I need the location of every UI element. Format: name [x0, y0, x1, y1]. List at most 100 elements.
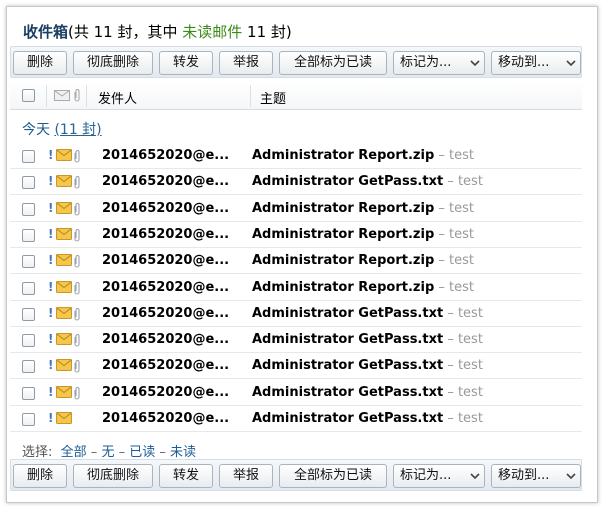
- email-subject-text: Administrator Report.zip: [252, 226, 435, 242]
- email-row[interactable]: ! 2014652020@e... Administrator GetPass.tx…: [10, 301, 582, 327]
- priority-icon: !: [48, 148, 54, 162]
- email-preview: – test: [443, 332, 483, 348]
- envelope-icon: [56, 175, 72, 188]
- email-preview: – test: [434, 148, 474, 163]
- mark-as-select[interactable]: 标记为...: [393, 464, 485, 488]
- priority-icon: !: [48, 305, 54, 320]
- separator: –: [114, 445, 130, 460]
- email-sender: 2014652020@e...: [102, 384, 230, 400]
- email-row[interactable]: ! 2014652020@e... Administrator GetPass.tx…: [10, 380, 582, 406]
- email-row[interactable]: ! 2014652020@e... Administrator Report.zip…: [10, 275, 582, 301]
- email-preview: – test: [443, 411, 483, 426]
- column-sender[interactable]: 发件人: [98, 88, 137, 107]
- column-subject[interactable]: 主题: [260, 88, 286, 107]
- envelope-icon: [56, 412, 72, 424]
- paperclip-icon: [74, 281, 80, 295]
- separator: –: [155, 445, 170, 460]
- paperclip-icon: [74, 386, 80, 400]
- paperclip-icon: [74, 202, 80, 216]
- row-checkbox[interactable]: [22, 281, 35, 295]
- email-preview: – test: [434, 226, 474, 242]
- email-row[interactable]: ! 2014652020@e... Administrator Report.zip…: [10, 143, 582, 169]
- email-subject-text: Administrator Report.zip: [252, 253, 435, 269]
- select-none-link[interactable]: 无: [101, 445, 114, 460]
- count-suffix: 11 封): [242, 23, 292, 41]
- email-subject: Administrator Report.zip – test: [252, 201, 474, 216]
- email-subject-text: Administrator GetPass.txt: [252, 305, 444, 321]
- email-subject: Administrator GetPass.txt – test: [252, 411, 483, 426]
- move-to-select[interactable]: 移动到...: [491, 51, 581, 75]
- row-checkbox[interactable]: [22, 176, 35, 190]
- delete-permanently-button[interactable]: 彻底删除: [73, 464, 153, 488]
- group-count-link[interactable]: (11 封): [54, 122, 101, 138]
- row-checkbox[interactable]: [22, 360, 35, 374]
- report-button[interactable]: 举报: [219, 464, 273, 488]
- row-checkbox[interactable]: [22, 386, 35, 400]
- chevron-down-icon: [566, 60, 576, 67]
- delete-permanently-button[interactable]: 彻底删除: [73, 51, 153, 75]
- email-row[interactable]: ! 2014652020@e... Administrator Report.zip…: [10, 222, 582, 248]
- row-checkbox[interactable]: [22, 202, 35, 216]
- toolbar-bottom: 删除 彻底删除 转发 举报 全部标为已读 标记为... 移动到...: [10, 459, 582, 491]
- column-divider: [86, 85, 87, 107]
- count-prefix: (共 11 封，其中: [68, 23, 183, 41]
- email-row[interactable]: ! 2014652020@e... Administrator GetPass.tx…: [10, 353, 582, 380]
- email-row[interactable]: ! 2014652020@e... Administrator Report.zip…: [10, 248, 582, 275]
- row-checkbox[interactable]: [22, 413, 35, 426]
- email-preview: – test: [443, 305, 483, 321]
- envelope-icon: [56, 359, 72, 372]
- row-checkbox[interactable]: [22, 307, 35, 321]
- delete-button[interactable]: 删除: [13, 464, 67, 488]
- email-sender: 2014652020@e...: [102, 200, 230, 216]
- mark-as-label: 标记为...: [400, 55, 452, 70]
- envelope-icon: [56, 201, 72, 214]
- envelope-icon: [56, 149, 72, 161]
- mark-all-read-button[interactable]: 全部标为已读: [279, 51, 387, 75]
- forward-button[interactable]: 转发: [159, 51, 213, 75]
- email-subject: Administrator GetPass.txt – test: [252, 358, 483, 373]
- email-subject-text: Administrator GetPass.txt: [252, 174, 444, 190]
- forward-button[interactable]: 转发: [159, 464, 213, 488]
- email-sender: 2014652020@e...: [102, 279, 230, 295]
- paperclip-icon: [74, 89, 80, 102]
- priority-icon: !: [48, 358, 54, 373]
- paperclip-icon: [74, 228, 80, 242]
- row-checkbox[interactable]: [22, 255, 35, 269]
- chevron-down-icon: [566, 473, 576, 480]
- delete-button[interactable]: 删除: [13, 51, 67, 75]
- select-unread-link[interactable]: 未读: [170, 445, 196, 460]
- row-checkbox[interactable]: [22, 228, 35, 242]
- group-label: 今天: [22, 122, 50, 138]
- select-all-link[interactable]: 全部: [61, 445, 87, 460]
- select-label: 选择:: [22, 445, 53, 460]
- envelope-icon: [56, 333, 72, 346]
- select-all-checkbox[interactable]: [22, 89, 35, 102]
- move-to-select[interactable]: 移动到...: [491, 464, 581, 488]
- email-subject-text: Administrator Report.zip: [252, 148, 435, 163]
- priority-icon: !: [48, 411, 54, 425]
- priority-icon: !: [48, 200, 54, 215]
- email-row[interactable]: ! 2014652020@e... Administrator GetPass.tx…: [10, 327, 582, 354]
- email-subject: Administrator Report.zip – test: [252, 280, 474, 295]
- email-subject-text: Administrator GetPass.txt: [252, 358, 444, 374]
- report-button[interactable]: 举报: [219, 51, 273, 75]
- row-checkbox[interactable]: [22, 150, 35, 163]
- mark-as-label: 标记为...: [400, 468, 452, 483]
- list-header: 发件人 主题: [10, 82, 582, 110]
- envelope-icon: [56, 254, 72, 267]
- email-sender: 2014652020@e...: [102, 305, 230, 321]
- column-divider: [46, 85, 47, 107]
- email-sender: 2014652020@e...: [102, 226, 230, 242]
- email-preview: – test: [434, 279, 474, 295]
- mark-all-read-button[interactable]: 全部标为已读: [279, 464, 387, 488]
- email-subject: Administrator GetPass.txt – test: [252, 332, 483, 347]
- email-row[interactable]: ! 2014652020@e... Administrator Report.zip…: [10, 196, 582, 222]
- page-title: 收件箱(共 11 封，其中 未读邮件 11 封): [23, 21, 292, 42]
- select-read-link[interactable]: 已读: [129, 445, 155, 460]
- mark-as-select[interactable]: 标记为...: [393, 51, 485, 75]
- unread-link[interactable]: 未读邮件: [182, 23, 242, 41]
- row-checkbox[interactable]: [22, 334, 35, 348]
- email-preview: – test: [443, 174, 483, 190]
- email-row[interactable]: ! 2014652020@e... Administrator GetPass.tx…: [10, 169, 582, 196]
- email-row[interactable]: ! 2014652020@e... Administrator GetPass.tx…: [10, 406, 582, 432]
